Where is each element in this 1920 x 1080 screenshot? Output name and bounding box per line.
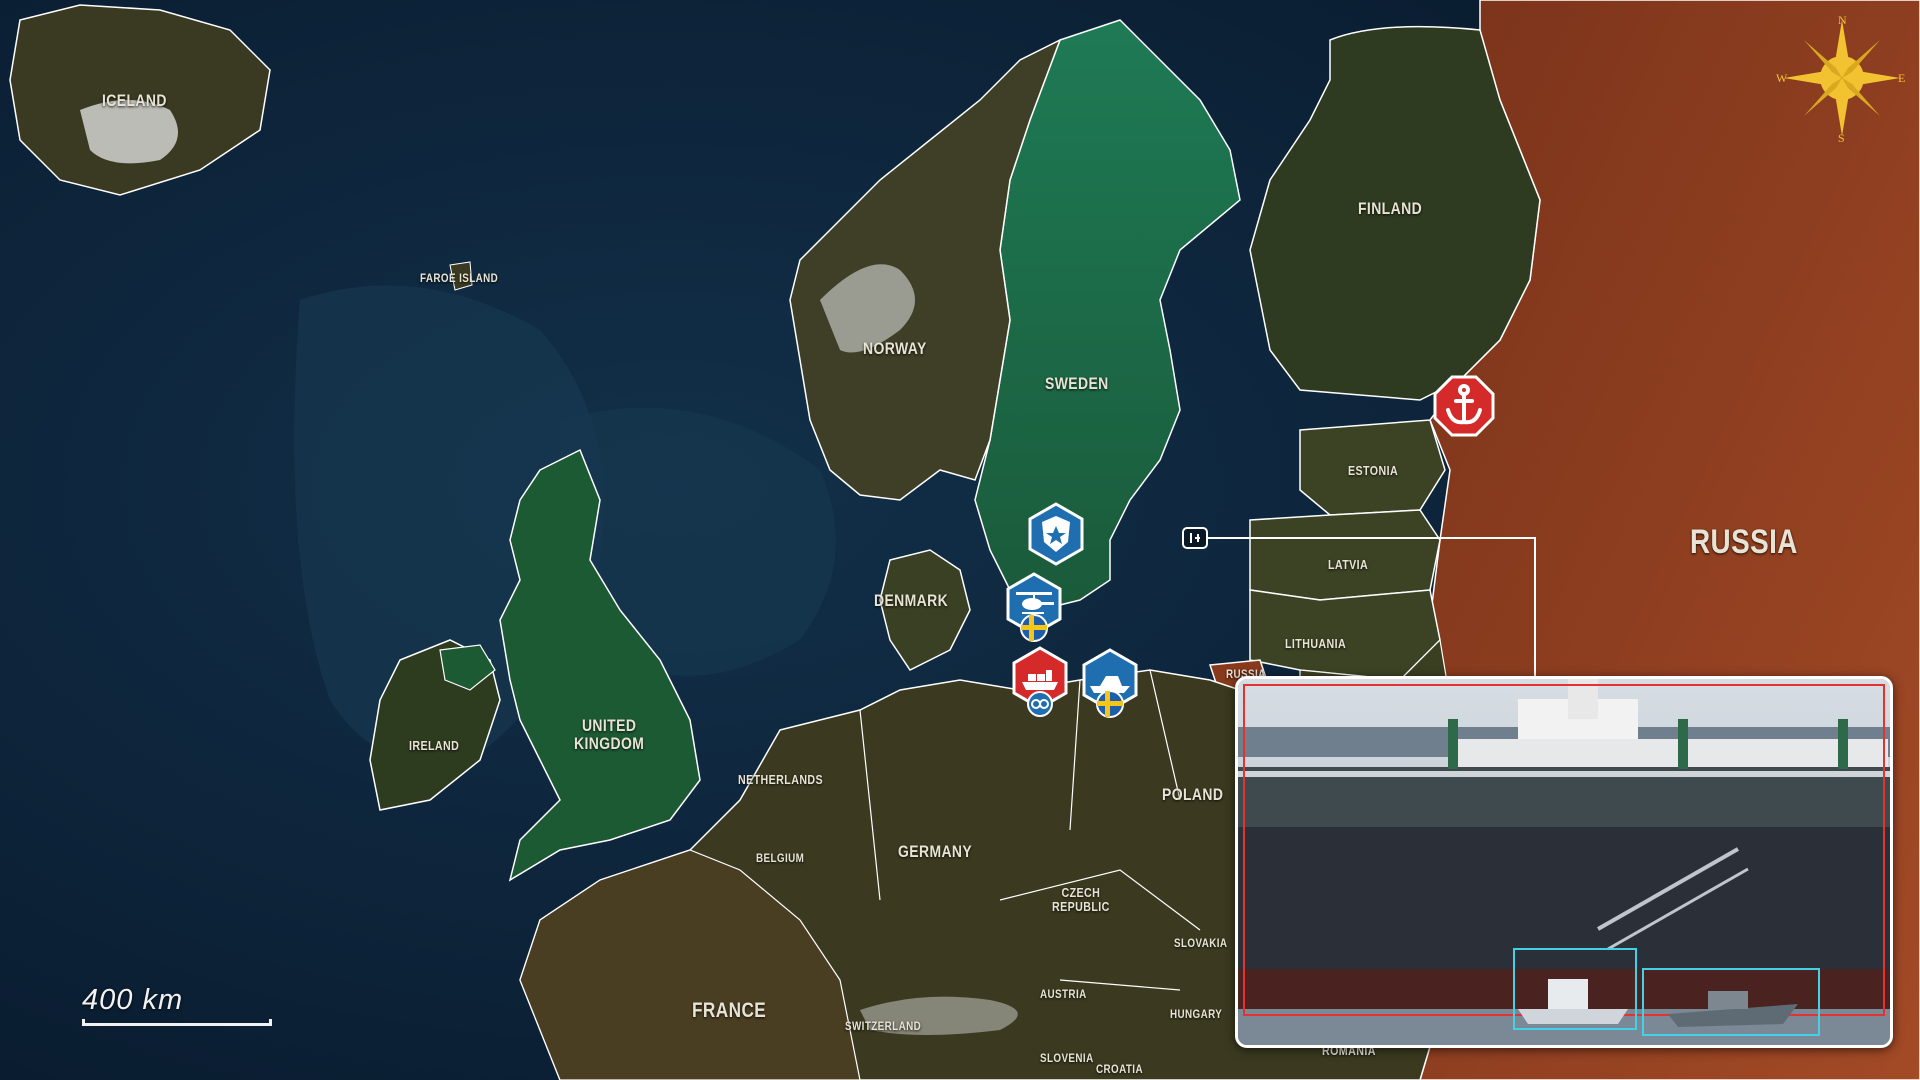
- anchor-marker[interactable]: [1432, 374, 1496, 438]
- scale-bar: 400 km: [82, 984, 272, 1026]
- label-finland: FINLAND: [1358, 199, 1423, 218]
- sweden-flag-icon: [1096, 690, 1124, 718]
- incident-location-marker[interactable]: [1182, 527, 1208, 549]
- label-slovakia: SLOVAKIA: [1174, 936, 1228, 950]
- label-estonia: ESTONIA: [1348, 463, 1399, 478]
- inset-photo[interactable]: [1235, 676, 1893, 1048]
- police-marker[interactable]: [1024, 502, 1088, 566]
- compass-w: W: [1776, 71, 1788, 85]
- compass-n: N: [1838, 13, 1847, 27]
- label-belgium: BELGIUM: [756, 851, 805, 865]
- label-sweden: SWEDEN: [1045, 374, 1109, 393]
- location-bracket-icon: [1190, 533, 1200, 543]
- label-croatia: CROATIA: [1096, 1062, 1143, 1076]
- helicopter-marker[interactable]: [1002, 572, 1066, 644]
- label-faroe: FAROE ISLAND: [420, 271, 499, 285]
- scale-line: [82, 1019, 272, 1026]
- land-latvia[interactable]: [1249, 509, 1441, 601]
- scale-label: 400 km: [82, 984, 184, 1016]
- label-poland: POLAND: [1162, 785, 1224, 804]
- label-france: FRANCE: [692, 999, 767, 1022]
- label-netherlands: NETHERLANDS: [738, 772, 824, 787]
- cargo-ship-marker[interactable]: [1008, 646, 1072, 718]
- coast-guard-icon: [1027, 691, 1053, 717]
- label-switzerland: SWITZERLAND: [845, 1019, 922, 1033]
- label-germany: GERMANY: [898, 842, 973, 861]
- label-austria: AUSTRIA: [1040, 987, 1087, 1001]
- label-ireland: IRELAND: [409, 738, 460, 753]
- compass-e: E: [1898, 71, 1905, 85]
- label-denmark: DENMARK: [874, 591, 949, 610]
- label-hungary: HUNGARY: [1170, 1007, 1223, 1021]
- patrol-boat-marker[interactable]: [1078, 648, 1142, 720]
- label-russia: RUSSIA: [1690, 523, 1798, 561]
- tanker-boarding-photo: [1238, 679, 1890, 1045]
- compass-s: S: [1838, 131, 1845, 144]
- label-united-kingdom: UNITED KINGDOM: [574, 716, 645, 753]
- label-czech-republic: CZECH REPUBLIC: [1052, 885, 1110, 914]
- label-norway: NORWAY: [863, 339, 927, 358]
- sweden-flag-icon: [1020, 614, 1048, 642]
- label-latvia: LATVIA: [1328, 557, 1369, 572]
- label-iceland: ICELAND: [102, 91, 167, 110]
- label-lithuania: LITHUANIA: [1285, 636, 1347, 651]
- compass-rose-icon: N S W E: [1776, 13, 1905, 144]
- map-stage: ICELAND FAROE ISLAND NORWAY SWEDEN FINLA…: [0, 0, 1920, 1080]
- label-slovenia: SLOVENIA: [1040, 1051, 1094, 1065]
